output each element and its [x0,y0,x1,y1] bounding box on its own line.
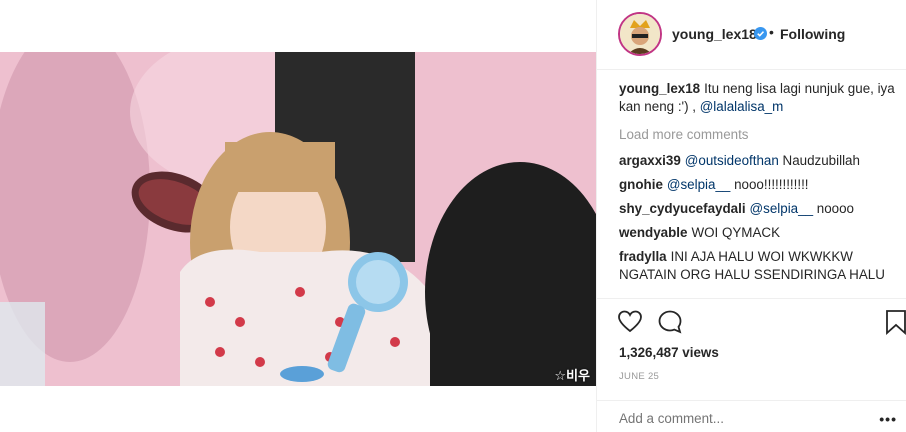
verified-badge-icon [754,27,767,40]
separator-dot: • [769,24,774,40]
video-watermark: ☆비우 [554,369,590,384]
username-link[interactable]: young_lex18 [672,26,757,42]
post-media: ☆비우 [0,0,596,432]
following-button[interactable]: Following [780,26,845,42]
comment-mention[interactable]: @selpia__ [667,177,730,192]
list-item: argaxxi39 @outsideofthan Naudzubillah [619,152,899,170]
video-frame [0,52,596,386]
add-comment-bar: ••• [597,400,906,432]
post-header: young_lex18 • Following [597,0,906,70]
add-comment-input[interactable] [619,411,839,426]
post-caption: young_lex18 Itu neng lisa lagi nunjuk gue… [619,80,899,116]
list-item: wendyable WOI QYMACK [619,224,899,242]
more-options-icon[interactable]: ••• [879,411,897,427]
list-item: fradylla INI AJA HALU WOI WKWKKW NGATAIN … [619,248,899,284]
action-bar [597,298,906,338]
bookmark-icon[interactable] [883,309,906,335]
list-item: shy_cydyucefaydali @selpia__ noooo [619,200,899,218]
view-count[interactable]: 1,326,487 views [619,345,719,360]
comment-text: WOI QYMACK [691,225,780,240]
comment-mention[interactable]: @selpia__ [750,201,813,216]
comment-username[interactable]: gnohie [619,177,663,192]
heart-icon[interactable] [617,309,643,335]
comment-text: nooo!!!!!!!!!!!! [730,177,809,192]
comment-username[interactable]: fradylla [619,249,667,264]
comment-mention[interactable]: @outsideofthan [685,153,779,168]
caption-username[interactable]: young_lex18 [619,81,700,96]
load-more-comments-button[interactable]: Load more comments [619,126,899,144]
avatar[interactable] [618,12,662,56]
comment-username[interactable]: argaxxi39 [619,153,681,168]
comment-text: noooo [813,201,854,216]
comment-username[interactable]: wendyable [619,225,687,240]
comment-bubble-icon[interactable] [657,309,683,335]
comment-username[interactable]: shy_cydyucefaydali [619,201,746,216]
caption-mention[interactable]: @lalalalisa_m [700,99,784,114]
comment-text: Naudzubillah [778,153,860,168]
list-item: gnohie @selpia__ nooo!!!!!!!!!!!! [619,176,899,194]
post-date[interactable]: JUNE 25 [619,371,659,382]
comments-list[interactable]: young_lex18 Itu neng lisa lagi nunjuk gue… [619,80,899,298]
post-video[interactable]: ☆비우 [0,52,596,386]
post-side-panel: young_lex18 • Following young_lex18 Itu n… [596,0,906,432]
